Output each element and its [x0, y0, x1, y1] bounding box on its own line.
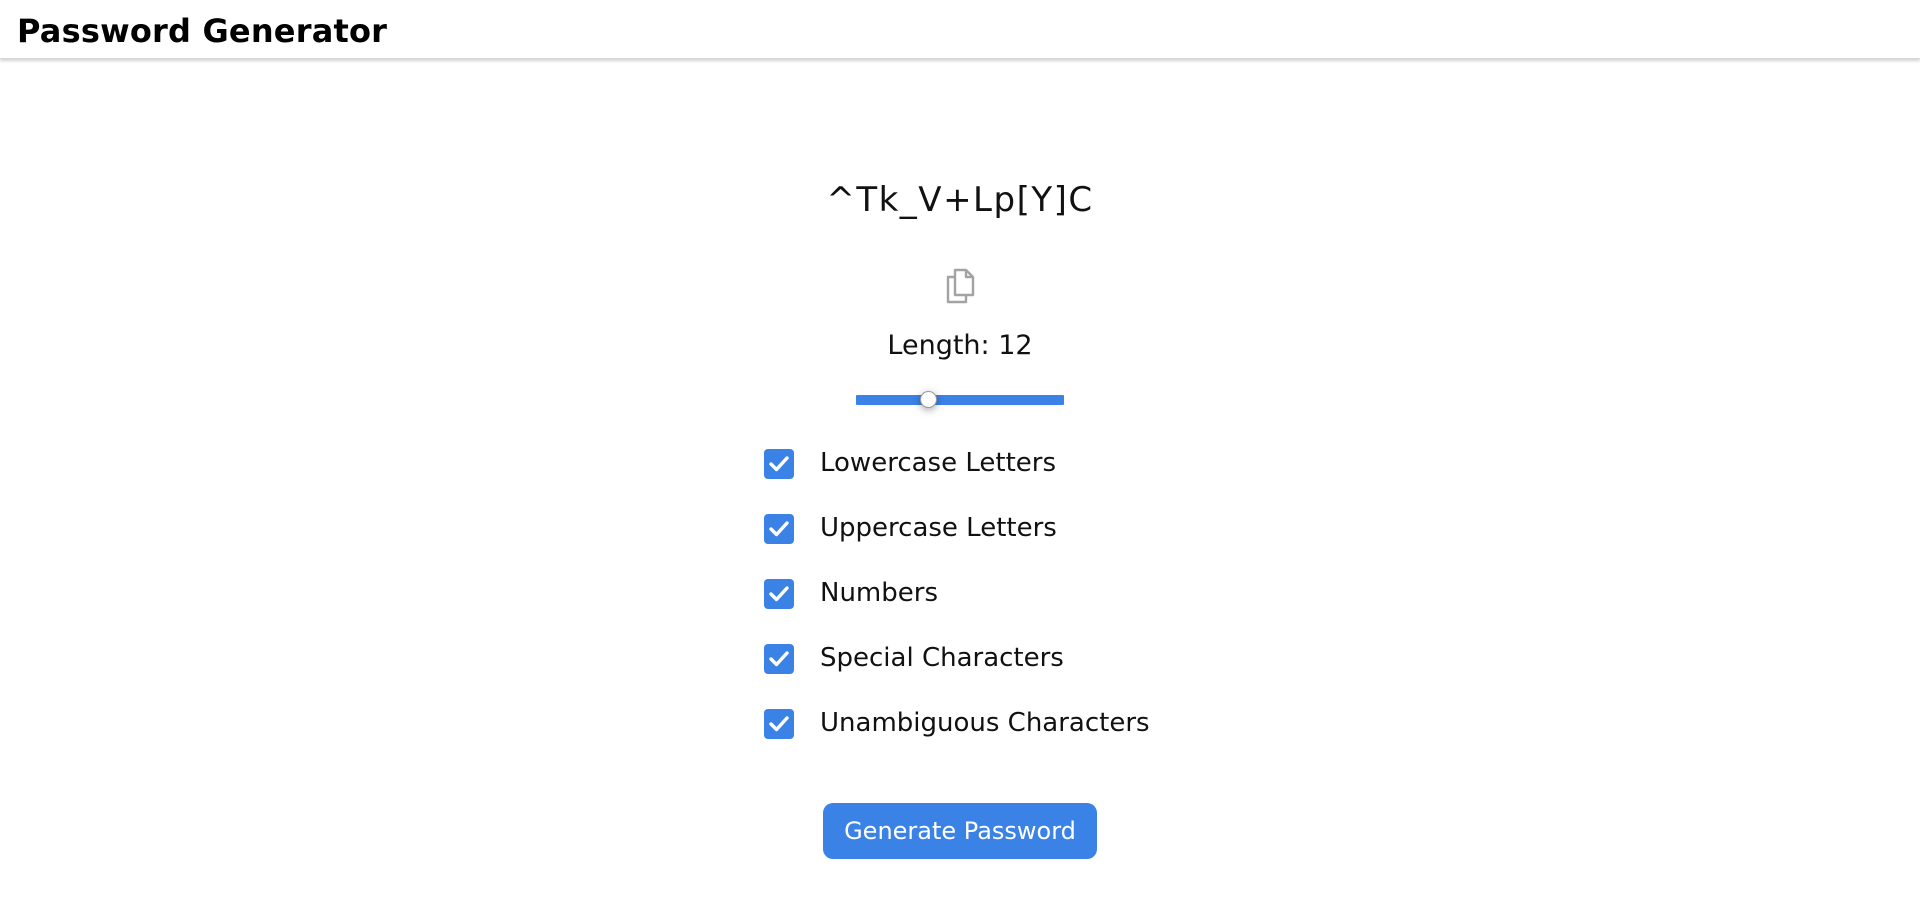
option-numbers[interactable]: Numbers — [764, 577, 1244, 611]
option-unambiguous[interactable]: Unambiguous Characters — [764, 707, 1244, 741]
check-icon — [769, 586, 789, 602]
unambiguous-checkbox[interactable] — [764, 709, 794, 739]
special-checkbox[interactable] — [764, 644, 794, 674]
length-slider[interactable] — [856, 390, 1064, 410]
check-icon — [769, 521, 789, 537]
slider-track — [856, 395, 1064, 405]
lowercase-checkbox[interactable] — [764, 449, 794, 479]
option-label: Lowercase Letters — [820, 448, 1056, 478]
uppercase-checkbox[interactable] — [764, 514, 794, 544]
option-uppercase[interactable]: Uppercase Letters — [764, 512, 1244, 546]
option-label: Numbers — [820, 578, 938, 608]
option-label: Uppercase Letters — [820, 513, 1057, 543]
numbers-checkbox[interactable] — [764, 579, 794, 609]
length-label: Length: 12 — [887, 330, 1033, 361]
option-label: Special Characters — [820, 643, 1064, 673]
generate-password-button[interactable]: Generate Password — [823, 803, 1097, 859]
option-lowercase[interactable]: Lowercase Letters — [764, 447, 1244, 481]
option-special[interactable]: Special Characters — [764, 642, 1244, 676]
copy-icon[interactable] — [944, 265, 976, 305]
option-label: Unambiguous Characters — [820, 708, 1150, 738]
top-bar: Password Generator — [0, 0, 1920, 59]
check-icon — [769, 651, 789, 667]
slider-thumb[interactable] — [920, 391, 938, 408]
app-title: Password Generator — [17, 12, 388, 50]
check-icon — [769, 716, 789, 732]
check-icon — [769, 456, 789, 472]
generated-password: ^Tk_V+Lp[Y]C — [826, 180, 1094, 220]
